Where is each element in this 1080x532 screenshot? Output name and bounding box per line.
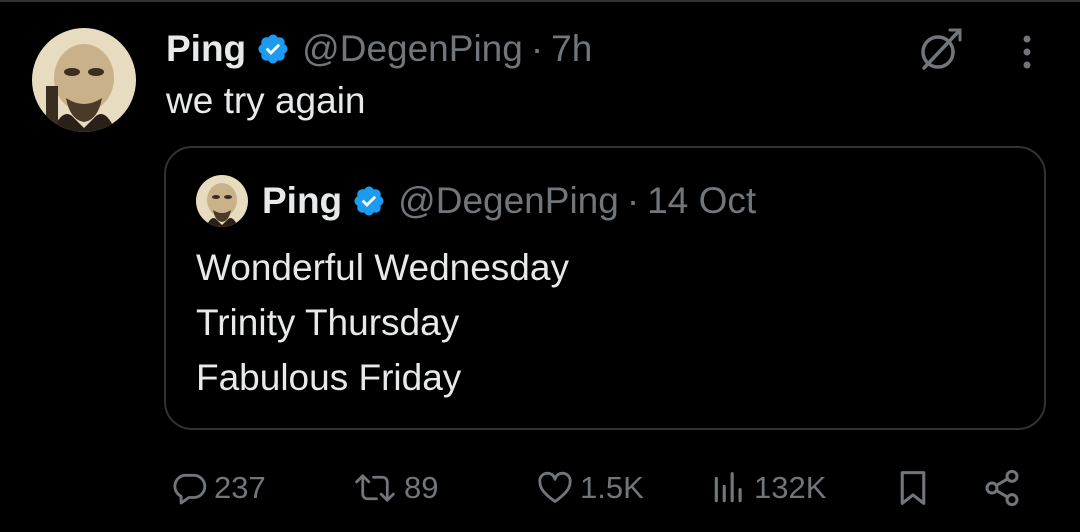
verified-badge-icon [352, 184, 386, 218]
verified-badge-icon [256, 32, 290, 66]
bookmark-icon [894, 468, 932, 508]
separator: · [626, 180, 640, 221]
reply-button[interactable]: 237 [170, 460, 266, 516]
like-count: 1.5K [580, 470, 644, 505]
quoted-timestamp[interactable]: 14 Oct [647, 180, 756, 222]
tweet-header: Ping @DegenPing · 7h [166, 24, 592, 74]
separator: · [530, 28, 544, 69]
retweet-icon [352, 469, 398, 507]
bookmark-button[interactable] [894, 460, 932, 516]
like-button[interactable]: 1.5K [536, 460, 644, 516]
action-bar: 237 89 1.5K 132K [0, 460, 1080, 516]
more-vertical-icon[interactable] [1012, 32, 1042, 72]
analytics-icon [710, 469, 748, 507]
share-button[interactable] [982, 460, 1022, 516]
quoted-author-handle[interactable]: @DegenPing [398, 180, 619, 222]
quoted-avatar[interactable] [196, 175, 248, 227]
tweet-text: we try again [166, 80, 366, 121]
grok-icon[interactable] [914, 24, 966, 76]
quoted-author-name[interactable]: Ping [262, 180, 342, 222]
quoted-text-line: Fabulous Friday [196, 357, 462, 398]
reply-count: 237 [214, 470, 266, 505]
timestamp[interactable]: 7h [551, 28, 592, 70]
views-button[interactable]: 132K [710, 460, 826, 516]
heart-icon [536, 469, 574, 507]
quoted-text: Wonderful Wednesday Trinity Thursday Fab… [196, 240, 569, 405]
author-name[interactable]: Ping [166, 28, 246, 70]
avatar[interactable] [32, 28, 136, 132]
views-count: 132K [754, 470, 827, 505]
quoted-text-line: Trinity Thursday [196, 302, 460, 343]
retweet-button[interactable]: 89 [352, 460, 438, 516]
quoted-text-line: Wonderful Wednesday [196, 247, 569, 288]
divider [0, 0, 1080, 2]
retweet-count: 89 [404, 470, 439, 505]
author-handle[interactable]: @DegenPing [302, 28, 523, 70]
quoted-header: Ping @DegenPing · 14 Oct [262, 176, 756, 226]
reply-icon [170, 469, 208, 507]
share-icon [982, 468, 1022, 508]
